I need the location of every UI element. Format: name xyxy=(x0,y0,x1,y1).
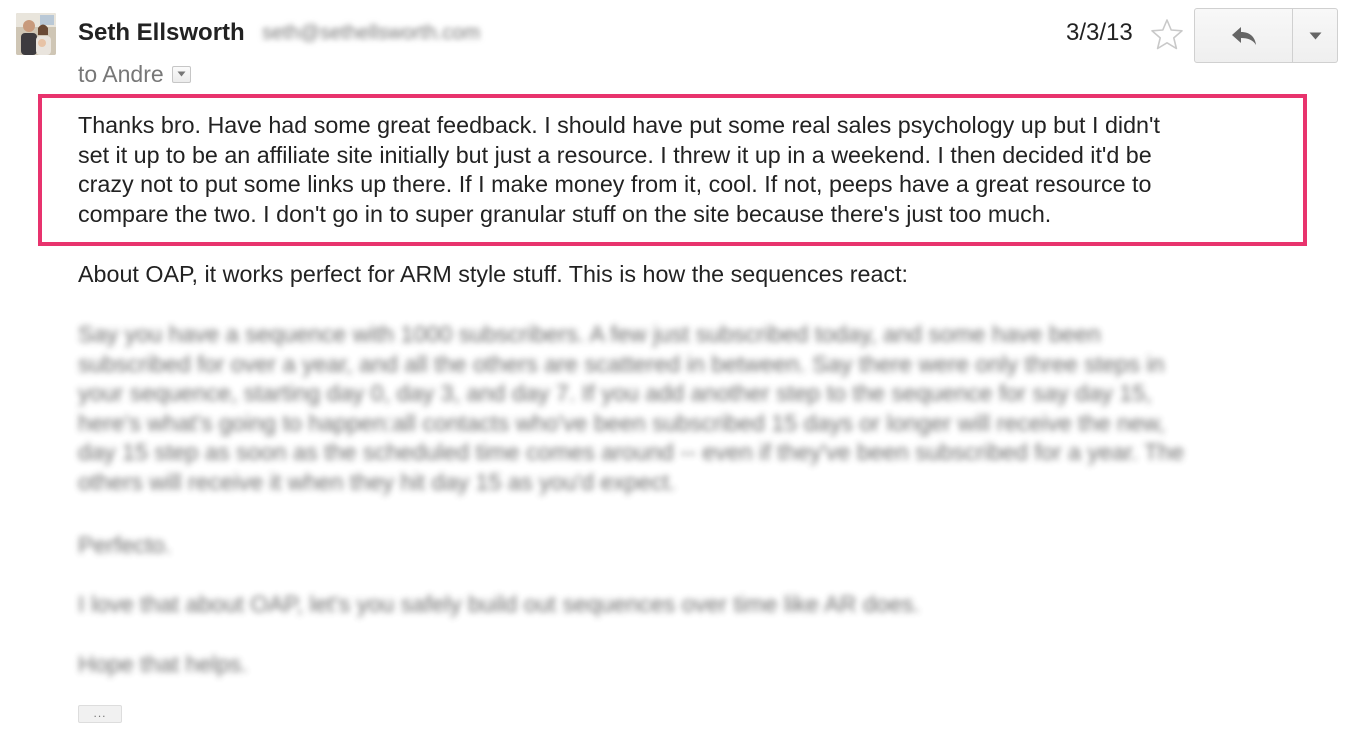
more-actions-button[interactable] xyxy=(1293,8,1338,63)
show-details-button[interactable] xyxy=(171,65,191,83)
recipient-text: to Andre xyxy=(78,61,164,87)
highlighted-line: compare the two. I don't go in to super … xyxy=(78,200,1052,227)
blurred-line: others will receive it when they hit day… xyxy=(78,468,676,495)
blurred-line: subscribed for over a year, and all the … xyxy=(78,350,1165,377)
blurred-line: here's what's going to happen:all contac… xyxy=(78,409,1165,436)
blurred-line: Say you have a sequence with 1000 subscr… xyxy=(78,321,1101,347)
star-icon[interactable] xyxy=(1150,18,1184,50)
show-trimmed-content-button[interactable]: ... xyxy=(78,705,122,723)
chevron-down-icon xyxy=(177,71,186,77)
highlighted-line: crazy not to put some links up there. If… xyxy=(78,171,1152,197)
highlighted-line: Thanks bro. Have had some great feedback… xyxy=(78,112,1160,138)
blurred-love-line: I love that about OAP, let's you safely … xyxy=(78,591,920,617)
blurred-line: your sequence, starting day 0, day 3, an… xyxy=(78,380,1152,406)
chevron-down-icon xyxy=(1309,32,1321,39)
sender-email: seth@sethellsworth.com xyxy=(262,22,481,44)
oap-paragraph: About OAP, it works perfect for ARM styl… xyxy=(78,261,909,287)
reply-button-group xyxy=(1194,8,1338,63)
reply-icon xyxy=(1231,26,1256,45)
highlighted-paragraph: Thanks bro. Have had some great feedback… xyxy=(78,111,1288,229)
blurred-hope-line: Hope that helps. xyxy=(78,651,248,677)
sender-avatar[interactable] xyxy=(16,13,56,55)
message-date: 3/3/13 xyxy=(1066,19,1133,46)
blurred-line: day 15 step as soon as the scheduled tim… xyxy=(78,439,1185,465)
highlighted-line: set it up to be an affiliate site initia… xyxy=(78,141,1152,168)
blurred-perfecto-line: Perfecto. xyxy=(78,532,172,558)
sender-name[interactable]: Seth Ellsworth xyxy=(78,18,245,48)
recipient-line: to Andre xyxy=(78,59,191,89)
blurred-sequence-paragraph: Say you have a sequence with 1000 subscr… xyxy=(78,320,1308,497)
reply-button[interactable] xyxy=(1194,8,1293,63)
